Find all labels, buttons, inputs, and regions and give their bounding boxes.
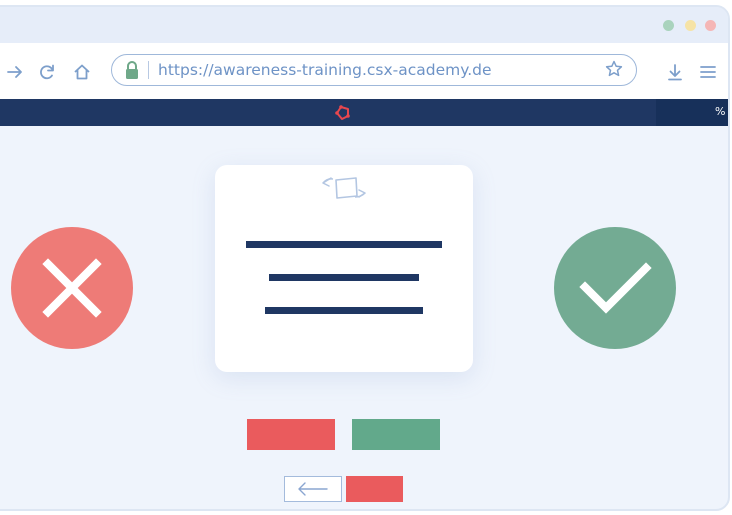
accept-button[interactable] bbox=[554, 227, 676, 349]
reload-icon[interactable] bbox=[36, 61, 58, 83]
check-icon bbox=[579, 262, 652, 314]
next-button[interactable] bbox=[346, 476, 403, 502]
app-header-bar: % bbox=[0, 99, 728, 126]
card-text-line bbox=[246, 241, 442, 248]
url-separator bbox=[148, 61, 149, 79]
back-arrow-icon bbox=[298, 482, 328, 496]
academy-logo-icon bbox=[334, 104, 352, 122]
browser-toolbar: https://awareness-training.csx-academy.d… bbox=[0, 43, 728, 99]
download-icon[interactable] bbox=[664, 61, 686, 83]
card-text-line bbox=[265, 307, 423, 314]
swipe-card-icon bbox=[319, 171, 369, 201]
window-minimize-dot[interactable] bbox=[685, 20, 696, 31]
window-maximize-dot[interactable] bbox=[663, 20, 674, 31]
wrong-answer-button[interactable] bbox=[247, 419, 335, 450]
x-icon bbox=[42, 258, 102, 318]
window-close-dot[interactable] bbox=[705, 20, 716, 31]
lock-icon bbox=[124, 60, 140, 84]
card-text-line bbox=[269, 274, 419, 281]
right-answer-button[interactable] bbox=[352, 419, 440, 450]
progress-percent: % bbox=[715, 105, 726, 118]
browser-window: https://awareness-training.csx-academy.d… bbox=[0, 5, 730, 511]
statement-card[interactable] bbox=[215, 165, 473, 372]
url-bar[interactable]: https://awareness-training.csx-academy.d… bbox=[111, 54, 637, 86]
url-text[interactable]: https://awareness-training.csx-academy.d… bbox=[158, 59, 492, 81]
star-icon[interactable] bbox=[604, 59, 624, 79]
forward-arrow-icon[interactable] bbox=[4, 61, 26, 83]
home-icon[interactable] bbox=[71, 61, 93, 83]
reject-button[interactable] bbox=[11, 227, 133, 349]
menu-icon[interactable] bbox=[697, 61, 719, 83]
title-bar bbox=[0, 7, 728, 43]
back-button[interactable] bbox=[284, 476, 342, 502]
